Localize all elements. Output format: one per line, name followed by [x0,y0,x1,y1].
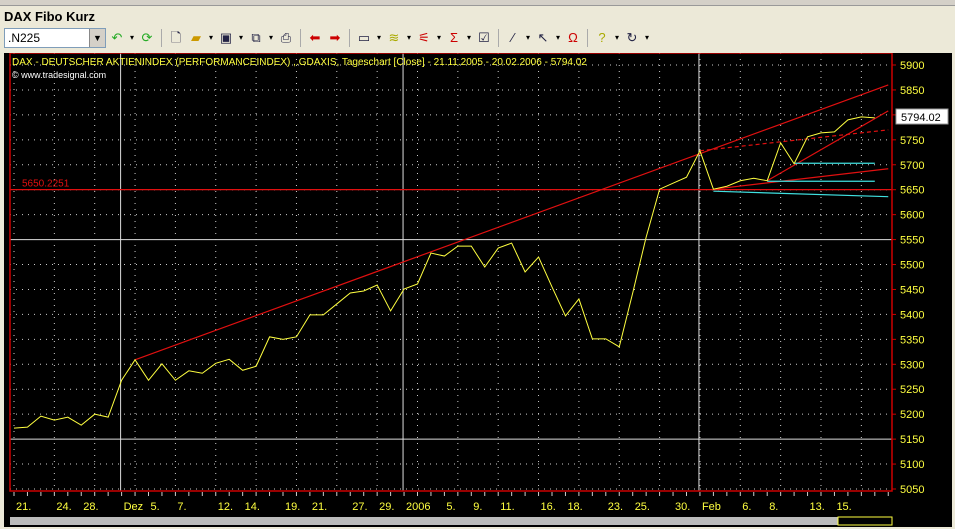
draw-line-icon[interactable]: ∕ [504,29,522,47]
x-tick-label: 13. [810,501,825,513]
window-icon[interactable]: ▭ [355,29,373,47]
y-tick-label: 5450 [900,284,924,296]
dropdown-arrow-icon[interactable]: ▾ [554,29,562,47]
dropdown-arrow-icon[interactable]: ▾ [465,29,473,47]
separator [161,29,162,47]
hline-label: 5650.2251 [22,179,70,190]
window-top-border [0,0,955,6]
x-tick-label: 27. [352,501,367,513]
x-tick-label: 5. [151,501,160,513]
y-tick-label: 5350 [900,334,924,346]
x-tick-label: 29. [379,501,394,513]
dropdown-arrow-icon[interactable]: ▾ [435,29,443,47]
y-tick-label: 5050 [900,484,924,496]
dropdown-arrow-icon[interactable]: ▾ [524,29,532,47]
dropdown-arrow-icon[interactable]: ▾ [267,29,275,47]
window-title: DAX Fibo Kurz [4,9,95,24]
toolbar: .N225 ▼ ↶ ▾ ⟳ 🗋 ▰ ▾ ▣ ▾ ⧉ ▾ ⎙ ⬅ ➡ ▭ ▾ ≋ ▾ ⚟ ▾ Σ ▾… [4,27,651,49]
x-tick-label: Dez [124,501,144,513]
pointer-icon[interactable]: ↖ [534,29,552,47]
x-tick-label: 15. [836,501,851,513]
save-icon[interactable]: ▣ [217,29,235,47]
open-icon[interactable]: ▰ [187,29,205,47]
price-chart[interactable]: DAX - DEUTSCHER AKTIENINDEX (PERFORMANCE… [4,53,952,527]
x-tick-label: 21. [16,501,31,513]
y-tick-label: 5200 [900,409,924,421]
dropdown-arrow-icon[interactable]: ▾ [643,29,651,47]
copyright-text: © www.tradesignal.com [12,70,106,80]
dropdown-arrow-icon[interactable]: ▾ [375,29,383,47]
help-icon[interactable]: ? [593,29,611,47]
y-tick-label: 5700 [900,160,924,172]
formula-icon[interactable]: Σ [445,29,463,47]
x-tick-label: 24. [56,501,71,513]
dropdown-arrow-icon[interactable]: ▾ [405,29,413,47]
undo-icon[interactable]: ↻ [623,29,641,47]
y-tick-label: 5900 [900,60,924,72]
copy-icon[interactable]: ⧉ [247,29,265,47]
dropdown-arrow-icon[interactable]: ▾ [207,29,215,47]
y-tick-label: 5500 [900,260,924,272]
x-tick-label: 28. [83,501,98,513]
refresh-icon[interactable]: ↶ [108,29,126,47]
x-tick-label: 19. [285,501,300,513]
separator [498,29,499,47]
indicator-icon[interactable]: ≋ [385,29,403,47]
x-tick-label: 23. [608,501,623,513]
last-value: 5794.02 [901,112,941,124]
separator [349,29,350,47]
x-tick-label: 18. [567,501,582,513]
update-icon[interactable]: ⟳ [138,29,156,47]
x-tick-label: 21. [312,501,327,513]
y-tick-label: 5100 [900,459,924,471]
x-tick-label: 5. [446,501,455,513]
x-tick-label: 6. [742,501,751,513]
x-tick-label: 7. [177,501,186,513]
symbol-combobox[interactable]: .N225 ▼ [4,28,106,48]
print-icon[interactable]: ⎙ [277,29,295,47]
y-tick-label: 5250 [900,384,924,396]
x-tick-label: 2006 [406,501,430,513]
symbol-value: .N225 [8,31,41,45]
chevron-down-icon[interactable]: ▼ [89,29,105,47]
y-tick-label: 5550 [900,235,924,247]
dropdown-arrow-icon[interactable]: ▾ [128,29,136,47]
dropdown-arrow-icon[interactable]: ▾ [613,29,621,47]
y-tick-label: 5300 [900,359,924,371]
scrollbar-thumb[interactable] [837,516,893,526]
chart-header: DAX - DEUTSCHER AKTIENINDEX (PERFORMANCE… [12,57,587,68]
x-tick-label: 25. [635,501,650,513]
x-tick-label: 12. [218,501,233,513]
y-tick-label: 5850 [900,85,924,97]
new-icon[interactable]: 🗋 [167,29,185,47]
y-tick-label: 5750 [900,135,924,147]
chart-background [4,53,952,527]
chart-back-icon[interactable]: ⬅ [306,29,324,47]
x-tick-label: 30. [675,501,690,513]
x-tick-label: 11. [500,501,514,513]
y-tick-label: 5650 [900,185,924,197]
x-tick-label: 8. [769,501,778,513]
properties-icon[interactable]: ☑ [475,29,493,47]
horizontal-scrollbar[interactable] [10,517,892,525]
dropdown-arrow-icon[interactable]: ▾ [237,29,245,47]
x-tick-label: 9. [473,501,482,513]
y-tick-label: 5150 [900,434,924,446]
x-tick-label: 16. [541,501,556,513]
x-tick-label: 14. [245,501,260,513]
strategy-icon[interactable]: ⚟ [415,29,433,47]
y-tick-label: 5400 [900,309,924,321]
x-tick-label: Feb [702,501,721,513]
chart-forward-icon[interactable]: ➡ [326,29,344,47]
separator [587,29,588,47]
separator [300,29,301,47]
magnet-icon[interactable]: Ω [564,29,582,47]
y-tick-label: 5600 [900,210,924,222]
